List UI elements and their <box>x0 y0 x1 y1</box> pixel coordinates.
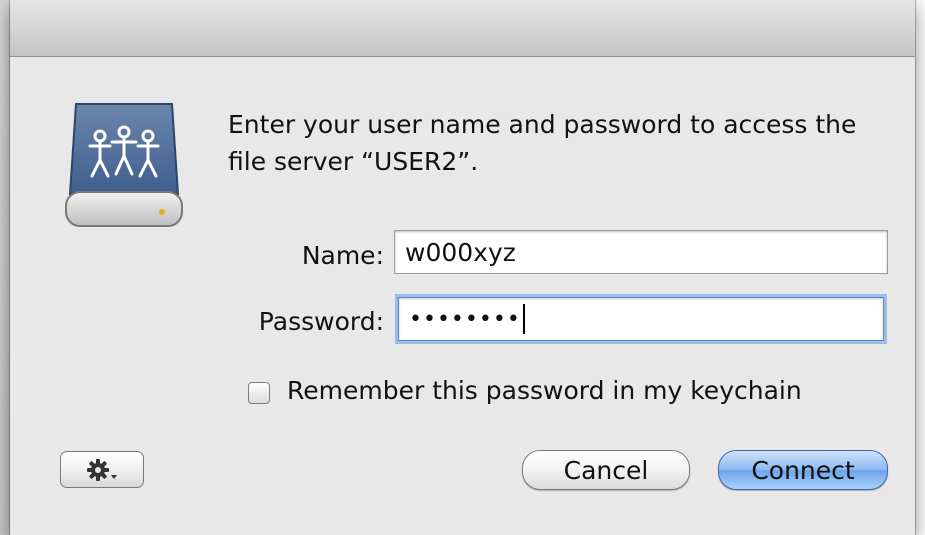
name-label: Name: <box>301 241 384 270</box>
name-field[interactable]: w000xyz <box>394 230 888 274</box>
password-label: Password: <box>258 307 384 336</box>
dialog-message: Enter your user name and password to acc… <box>228 110 857 176</box>
remember-password-label[interactable]: Remember this password in my keychain <box>287 376 802 405</box>
gear-icon <box>87 458 117 481</box>
connect-button[interactable]: Connect <box>718 450 888 490</box>
shared-network-server-icon <box>65 103 183 227</box>
login-dialog: Enter your user name and password to acc… <box>10 0 915 535</box>
name-value: w000xyz <box>405 237 516 267</box>
action-menu-button[interactable] <box>60 451 144 488</box>
remember-password-checkbox[interactable] <box>248 382 270 404</box>
text-caret <box>522 304 525 334</box>
chevron-down-icon <box>111 474 117 479</box>
password-field[interactable]: •••••••• <box>398 297 884 341</box>
password-value: •••••••• <box>409 306 521 332</box>
dialog-titlebar <box>10 0 915 57</box>
cancel-button[interactable]: Cancel <box>522 450 690 490</box>
